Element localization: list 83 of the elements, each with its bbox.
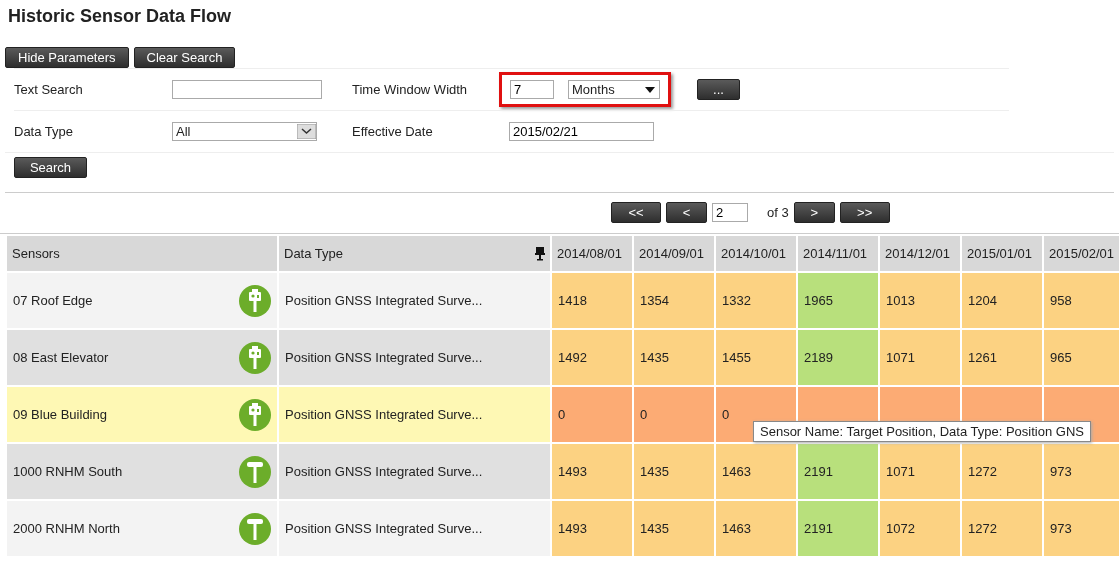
data-type-dropdown[interactable]: All: [172, 122, 317, 141]
value-cell: 1072: [880, 501, 960, 556]
value-cell: 1492: [552, 330, 632, 385]
value-cell: 1272: [962, 444, 1042, 499]
value-cell: 2189: [798, 330, 878, 385]
table-cell: Position GNSS Integrated Surve...: [279, 273, 550, 328]
value-cell: 1965: [798, 273, 878, 328]
value-cell: 1204: [962, 273, 1042, 328]
toolbar-button[interactable]: Clear Search: [133, 47, 236, 68]
value-cell: 973: [1044, 444, 1119, 499]
field-label: Text Search: [14, 82, 83, 97]
column-header[interactable]: 2014/08/01: [552, 236, 632, 271]
sensor-cell[interactable]: 07 Roof Edge: [7, 273, 277, 328]
field-label: Data Type: [14, 124, 74, 139]
last-page-button[interactable]: >>: [839, 202, 890, 223]
total-station-icon: [239, 341, 271, 374]
effective-date-field[interactable]: 2015/02/21: [509, 122, 654, 141]
value-cell: 1463: [716, 501, 796, 556]
value-cell: 973: [1044, 501, 1119, 556]
value-cell: 1071: [880, 330, 960, 385]
table-cell: Position GNSS Integrated Surve...: [279, 444, 550, 499]
dropdown-arrow-icon[interactable]: [645, 86, 655, 93]
value-cell: 958: [1044, 273, 1119, 328]
unit-dropdown[interactable]: Months: [568, 80, 660, 99]
page-title: Historic Sensor Data Flow: [7, 5, 233, 28]
field-label: Effective Date: [352, 124, 433, 139]
column-header[interactable]: 2014/12/01: [880, 236, 960, 271]
next-page-button[interactable]: >: [793, 202, 835, 223]
table-cell: Position GNSS Integrated Surve...: [279, 387, 550, 442]
column-header[interactable]: 2014/11/01: [798, 236, 878, 271]
more-button[interactable]: ...: [697, 79, 740, 100]
field-label: Time Window Width: [352, 82, 468, 97]
sensor-name: 08 East Elevator: [13, 350, 109, 365]
sensor-name: 2000 RNHM North: [13, 521, 120, 536]
gnss-antenna-icon: [239, 455, 271, 488]
table-cell: Position GNSS Integrated Surve...: [279, 330, 550, 385]
value-cell: 1071: [880, 444, 960, 499]
previous-page-button[interactable]: <: [666, 202, 707, 223]
table-cell: Position GNSS Integrated Surve...: [279, 501, 550, 556]
page-field[interactable]: 2: [712, 203, 748, 222]
value-cell: 0: [634, 387, 714, 442]
sensor-name: 07 Roof Edge: [13, 293, 93, 308]
column-header[interactable]: 2014/09/01: [634, 236, 714, 271]
value-cell: 1332: [716, 273, 796, 328]
sensor-cell[interactable]: 2000 RNHM North: [7, 501, 277, 556]
column-header[interactable]: 2015/01/01: [962, 236, 1042, 271]
value-cell: 1455: [716, 330, 796, 385]
column-header[interactable]: Data Type: [279, 236, 550, 271]
sensor-name: 09 Blue Building: [13, 407, 107, 422]
total-station-icon: [239, 398, 271, 431]
value-cell: 1013: [880, 273, 960, 328]
first-page-button[interactable]: <<: [611, 202, 661, 223]
value-cell: 2191: [798, 501, 878, 556]
toolbar-button[interactable]: Hide Parameters: [5, 47, 129, 68]
search-button[interactable]: Search: [14, 157, 87, 178]
dropdown-arrow-icon[interactable]: [297, 124, 316, 139]
value-cell: 2191: [798, 444, 878, 499]
value-cell: 1463: [716, 444, 796, 499]
column-header[interactable]: 2014/10/01: [716, 236, 796, 271]
value-cell: 1354: [634, 273, 714, 328]
pin-icon[interactable]: [535, 246, 545, 261]
text-search-field[interactable]: [172, 80, 322, 99]
sensor-cell[interactable]: 1000 RNHM South: [7, 444, 277, 499]
time-window-field[interactable]: 7: [510, 80, 554, 99]
value-cell: 965: [1044, 330, 1119, 385]
value-cell: 1493: [552, 444, 632, 499]
value-cell: 1493: [552, 501, 632, 556]
column-header[interactable]: Sensors: [7, 236, 277, 271]
value-cell: 1435: [634, 330, 714, 385]
value-cell: 1435: [634, 444, 714, 499]
total-station-icon: [239, 284, 271, 317]
sensor-name: 1000 RNHM South: [13, 464, 123, 479]
value-cell: 1261: [962, 330, 1042, 385]
value-cell: 1418: [552, 273, 632, 328]
page-count: of 3: [767, 205, 789, 220]
sensor-cell[interactable]: 09 Blue Building: [7, 387, 277, 442]
sensor-cell[interactable]: 08 East Elevator: [7, 330, 277, 385]
tooltip: Sensor Name: Target Position, Data Type: Position GNS: [753, 421, 1091, 442]
value-cell: 0: [552, 387, 632, 442]
column-header[interactable]: 2015/02/01: [1044, 236, 1119, 271]
value-cell: 1272: [962, 501, 1042, 556]
value-cell: 1435: [634, 501, 714, 556]
gnss-antenna-icon: [239, 512, 271, 545]
